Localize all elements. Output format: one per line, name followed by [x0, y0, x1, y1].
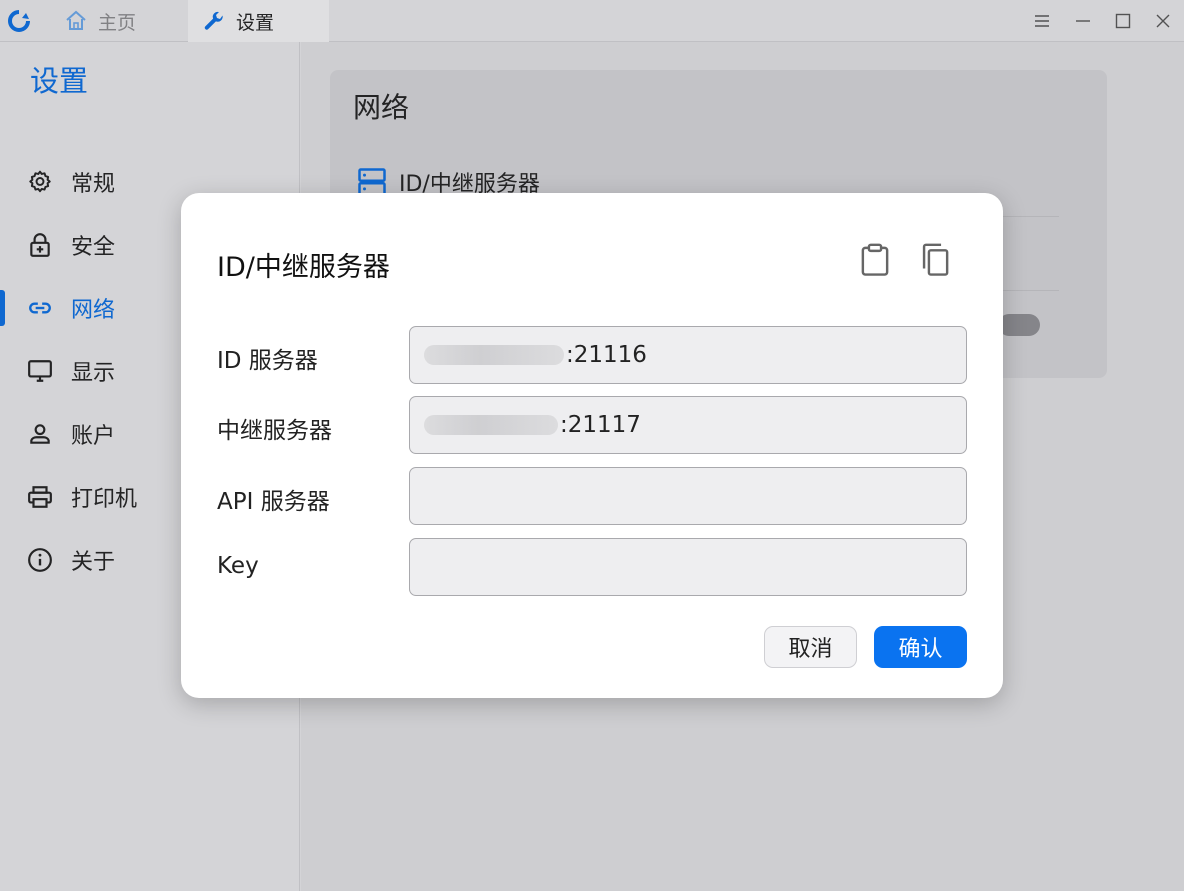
- id-server-input[interactable]: :21116: [409, 326, 967, 384]
- redacted-host: [424, 345, 564, 365]
- relay-server-input[interactable]: :21117: [409, 396, 967, 454]
- key-input[interactable]: [409, 538, 967, 596]
- api-server-label: API 服务器: [217, 489, 330, 515]
- relay-server-value: :21117: [560, 412, 641, 438]
- redacted-host: [424, 415, 558, 435]
- confirm-button[interactable]: 确认: [874, 626, 967, 668]
- dialog-title: ID/中继服务器: [217, 252, 390, 283]
- id-server-value: :21116: [566, 342, 647, 368]
- api-server-input[interactable]: [409, 467, 967, 525]
- cancel-button[interactable]: 取消: [764, 626, 857, 668]
- clipboard-icon[interactable]: [858, 241, 892, 279]
- copy-icon[interactable]: [918, 241, 952, 279]
- key-field[interactable]: [424, 554, 966, 580]
- relay-server-label: 中继服务器: [217, 418, 332, 444]
- api-server-field[interactable]: [424, 483, 966, 509]
- id-server-label: ID 服务器: [217, 348, 318, 374]
- key-label: Key: [217, 553, 259, 579]
- id-relay-server-dialog: ID/中继服务器 ID 服务器 :21116 中继服务器 :21117 API …: [181, 193, 1003, 698]
